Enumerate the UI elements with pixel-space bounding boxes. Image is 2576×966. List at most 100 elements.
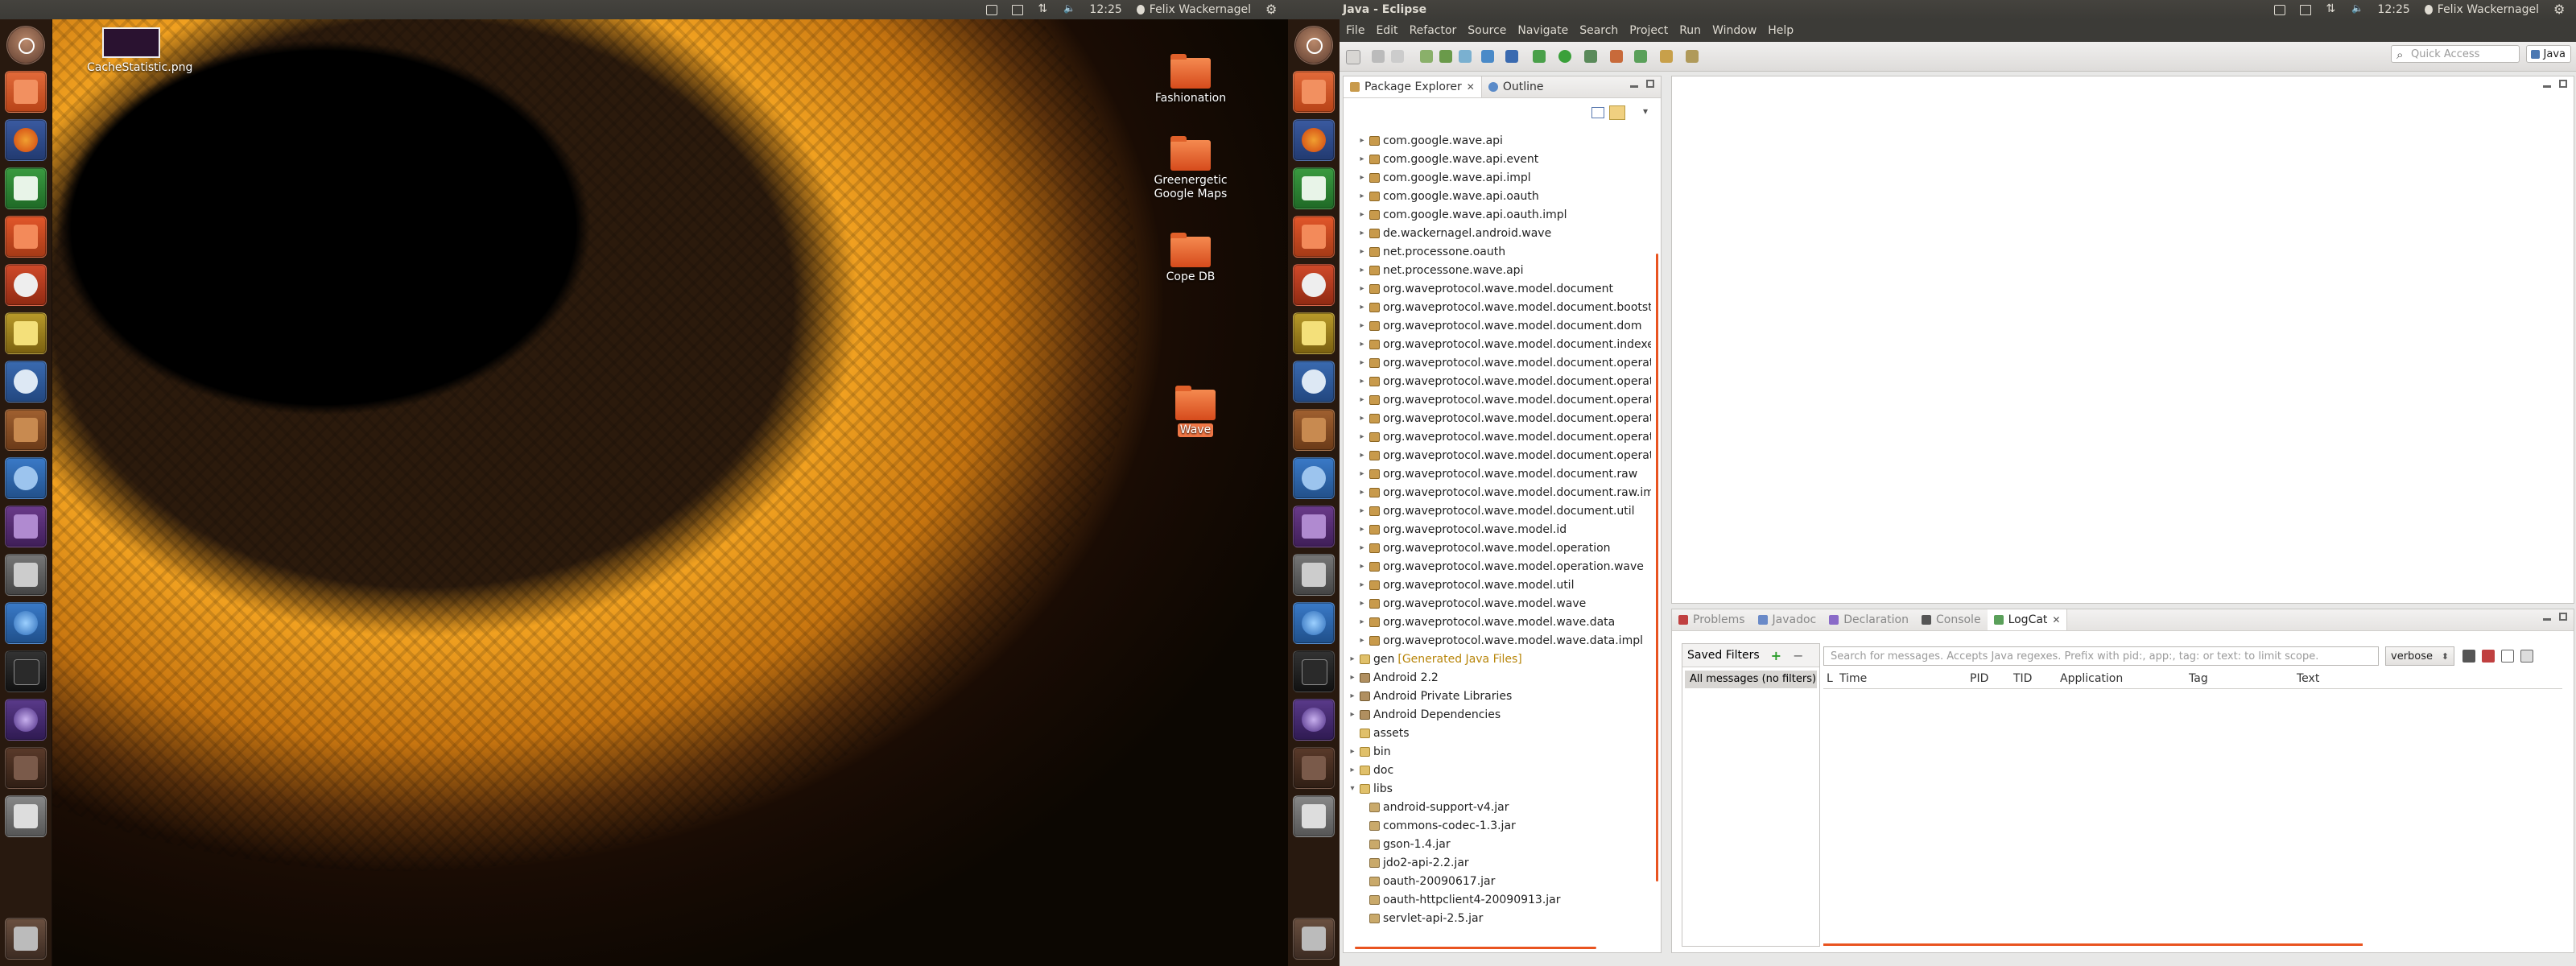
gear-icon[interactable] (2553, 2, 2565, 17)
user-menu[interactable]: Felix Wackernagel (1136, 3, 1251, 16)
system-settings-icon[interactable] (5, 264, 47, 306)
desktop-icon-fashionation[interactable]: Fashionation (1146, 54, 1235, 105)
tab-declaration[interactable]: Declaration (1823, 609, 1915, 630)
user-menu[interactable]: Felix Wackernagel (2424, 3, 2539, 16)
save-icon[interactable] (1372, 50, 1385, 63)
tree-item[interactable]: ▸ com.google.wave.api.event (1347, 150, 1651, 168)
expand-arrow-icon[interactable]: ▸ (1356, 636, 1368, 645)
expand-arrow-icon[interactable]: ▸ (1356, 488, 1368, 497)
expand-arrow-icon[interactable]: ▸ (1356, 377, 1368, 386)
workspace-switcher-icon[interactable] (5, 506, 47, 547)
tree-item[interactable]: ▸ org.waveprotocol.wave.model.wave.data (1347, 613, 1651, 631)
terminal-icon[interactable] (5, 650, 47, 692)
volume-icon[interactable] (1063, 2, 1075, 15)
tree-item[interactable]: ▸ Android Private Libraries (1347, 687, 1651, 705)
expand-arrow-icon[interactable]: ▸ (1347, 691, 1358, 700)
new-class-icon[interactable] (1634, 50, 1647, 63)
mail-icon[interactable] (1012, 4, 1024, 15)
desktop-icon-cope-db[interactable]: Cope DB (1146, 233, 1235, 284)
expand-arrow-icon[interactable]: ▸ (1356, 266, 1368, 275)
expand-arrow-icon[interactable]: ▸ (1356, 192, 1368, 200)
expand-arrow-icon[interactable]: ▸ (1356, 155, 1368, 163)
tree-item[interactable]: ▸ bin (1347, 742, 1651, 761)
tree-item[interactable]: ▸ org.waveprotocol.wave.model.document.op… (1347, 353, 1651, 372)
menu-project[interactable]: Project (1629, 24, 1668, 37)
chromium-icon[interactable] (1293, 602, 1335, 644)
logcat-search-input[interactable]: Search for messages. Accepts Java regexe… (1823, 646, 2379, 666)
tab-console[interactable]: Console (1915, 609, 1988, 630)
minimize-icon[interactable] (2543, 618, 2551, 621)
workspace-icon[interactable] (1293, 747, 1335, 789)
close-icon[interactable]: ✕ (1467, 81, 1475, 93)
spreadsheet-icon[interactable] (1293, 167, 1335, 209)
thunderbird-icon[interactable] (1293, 361, 1335, 402)
expand-arrow-icon[interactable]: ▸ (1356, 599, 1368, 608)
save-log-icon[interactable] (2462, 650, 2475, 663)
expand-arrow-icon[interactable]: ▸ (1356, 358, 1368, 367)
tree-item[interactable]: ▸ gen [Generated Java Files] (1347, 650, 1651, 668)
expand-arrow-icon[interactable]: ▸ (1347, 747, 1358, 756)
chromium-icon[interactable] (5, 602, 47, 644)
minimize-icon[interactable] (1630, 85, 1638, 88)
expand-arrow-icon[interactable]: ▸ (1356, 210, 1368, 219)
tree-item[interactable]: ▸ org.waveprotocol.wave.model.document.do… (1347, 316, 1651, 335)
archive-manager-icon[interactable] (1293, 409, 1335, 451)
tree-item[interactable]: ▸ org.waveprotocol.wave.model.wave.data.i… (1347, 631, 1651, 650)
expanded-arrow-icon[interactable]: ▾ (1347, 784, 1358, 793)
collapse-all-icon[interactable] (1591, 107, 1604, 118)
expand-arrow-icon[interactable]: ▸ (1356, 562, 1368, 571)
software-center-icon[interactable] (1293, 216, 1335, 258)
expand-arrow-icon[interactable]: ▸ (1356, 580, 1368, 589)
desktop-icon-cachestatistic[interactable]: CacheStatistic.png (87, 27, 192, 75)
drive-icon[interactable] (1293, 795, 1335, 837)
tree-item[interactable]: ▸ org.waveprotocol.wave.model.operation.w… (1347, 557, 1651, 576)
logcat-horizontal-scrollbar[interactable] (1823, 943, 2363, 946)
column-header-l[interactable]: L (1827, 672, 1833, 685)
text-editor-icon[interactable] (1293, 312, 1335, 354)
spreadsheet-icon[interactable] (5, 167, 47, 209)
thunderbird-icon[interactable] (5, 361, 47, 402)
keyboard-icon[interactable] (986, 4, 998, 15)
update-manager-icon[interactable] (1293, 457, 1335, 499)
trash-icon[interactable] (1293, 918, 1335, 960)
expand-arrow-icon[interactable]: ▸ (1347, 710, 1358, 719)
firefox-icon[interactable] (1293, 119, 1335, 161)
tree-item[interactable]: ▸ com.google.wave.api (1347, 131, 1651, 150)
tree-item[interactable]: ▸ net.processone.oauth (1347, 242, 1651, 261)
menu-source[interactable]: Source (1468, 24, 1506, 37)
tree-item[interactable]: ▾ libs (1347, 779, 1651, 798)
drive-icon[interactable] (5, 795, 47, 837)
column-header-text[interactable]: Text (2297, 672, 2319, 685)
tree-item[interactable]: ▸ org.waveprotocol.wave.model.document.bo… (1347, 298, 1651, 316)
tab-logcat[interactable]: LogCat ✕ (1987, 609, 2068, 630)
tree-item[interactable]: android-support-v4.jar (1347, 798, 1651, 816)
expand-arrow-icon[interactable]: ▸ (1356, 173, 1368, 182)
tree-item[interactable]: ▸ Android Dependencies (1347, 705, 1651, 724)
tree-item[interactable]: ▸ org.waveprotocol.wave.model.document.in… (1347, 335, 1651, 353)
keyboard-icon[interactable] (2274, 4, 2286, 15)
tree-item[interactable]: ▸ com.google.wave.api.oauth (1347, 187, 1651, 205)
expand-arrow-icon[interactable]: ▸ (1356, 340, 1368, 349)
lint-icon[interactable] (1481, 50, 1494, 63)
expand-arrow-icon[interactable]: ▸ (1356, 543, 1368, 552)
expand-arrow-icon[interactable]: ▸ (1356, 136, 1368, 145)
minimize-icon[interactable] (2543, 85, 2551, 88)
save-all-icon[interactable] (1391, 50, 1404, 63)
tree-item[interactable]: ▸ org.waveprotocol.wave.model.wave (1347, 594, 1651, 613)
eclipse-icon[interactable] (1293, 699, 1335, 741)
disk-utility-icon[interactable] (1293, 554, 1335, 596)
tree-item[interactable]: ▸ com.google.wave.api.impl (1347, 168, 1651, 187)
gear-icon[interactable] (1265, 2, 1277, 17)
maximize-icon[interactable] (2559, 613, 2567, 621)
all-messages-filter[interactable]: All messages (no filters) (1685, 671, 1817, 688)
dash-home-icon[interactable] (1294, 26, 1333, 64)
tree-item[interactable]: ▸ doc (1347, 761, 1651, 779)
firefox-icon[interactable] (5, 119, 47, 161)
menu-file[interactable]: File (1346, 24, 1364, 37)
expand-arrow-icon[interactable]: ▸ (1356, 321, 1368, 330)
desktop-icon-wave[interactable]: Wave (1151, 386, 1240, 437)
coverage-icon[interactable] (1584, 50, 1597, 63)
perspective-java-button[interactable]: Java (2526, 45, 2571, 63)
expand-arrow-icon[interactable]: ▸ (1347, 654, 1358, 663)
tree-item[interactable]: ▸ org.waveprotocol.wave.model.id (1347, 520, 1651, 539)
